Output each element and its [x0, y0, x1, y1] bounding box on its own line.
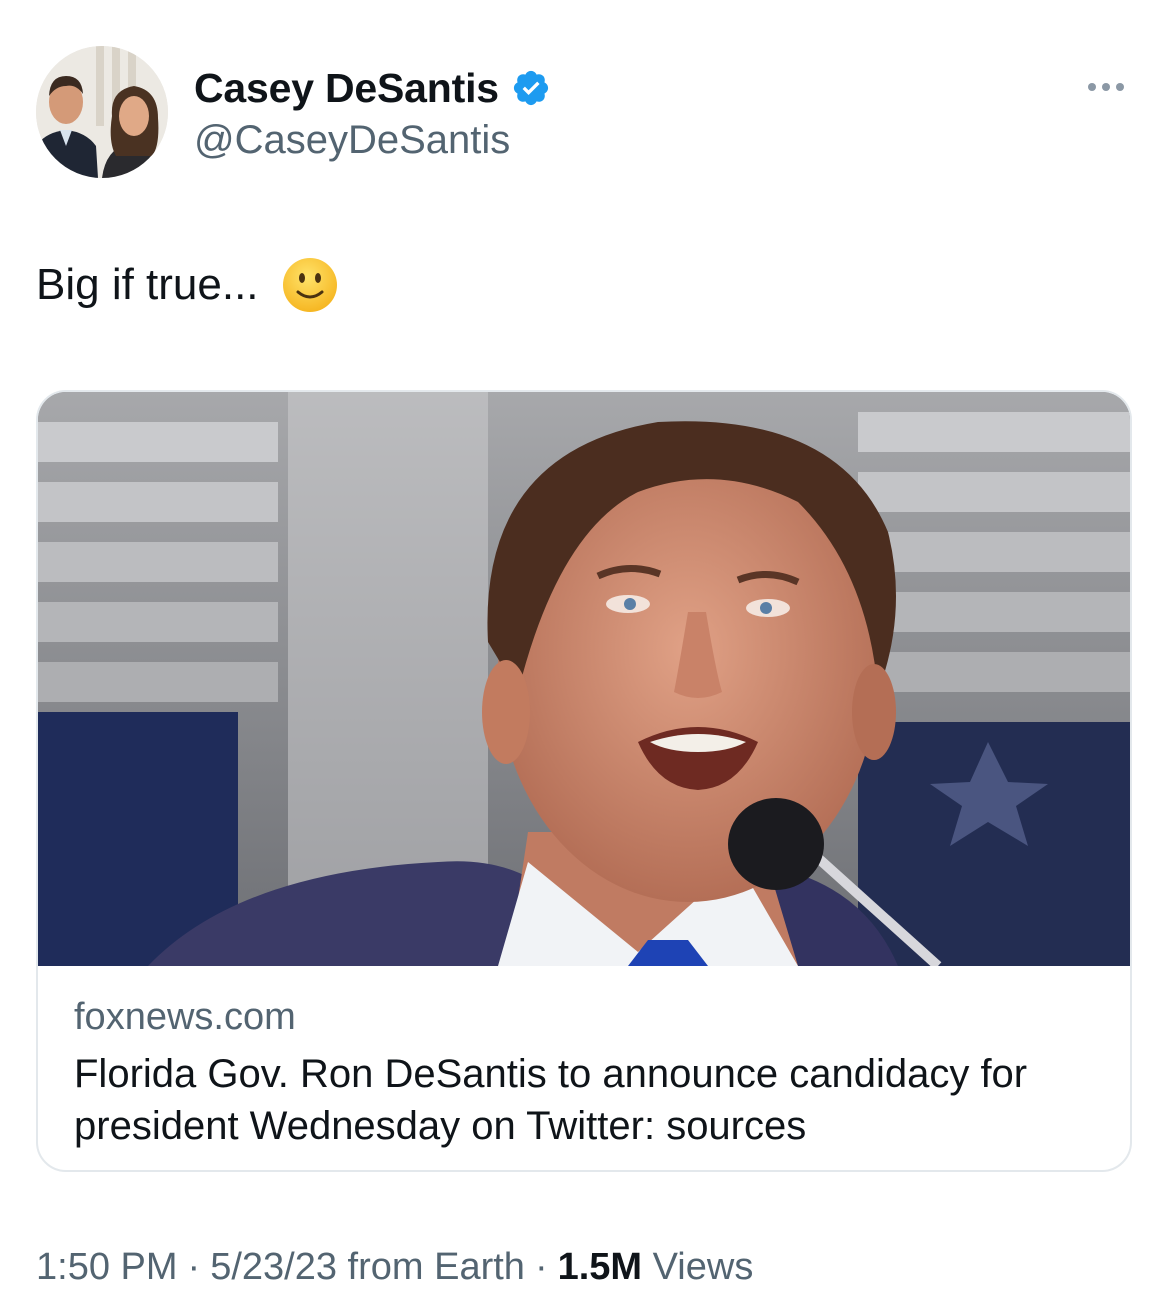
tweet-text: Big if true... — [36, 256, 339, 314]
slightly-smiling-face-emoji-icon — [281, 256, 339, 314]
card-title: Florida Gov. Ron DeSantis to announce ca… — [74, 1052, 1028, 1148]
tweet-time[interactable]: 1:50 PM — [36, 1246, 178, 1288]
more-dot — [1102, 83, 1110, 91]
more-dot — [1088, 83, 1096, 91]
author-name-row: Casey DeSantis — [194, 62, 551, 114]
avatar-photo — [36, 46, 168, 178]
author-handle[interactable]: @CaseyDeSantis — [194, 118, 510, 163]
tweet-source: from Earth — [347, 1246, 525, 1288]
verified-badge-icon[interactable] — [511, 68, 551, 108]
more-options-icon[interactable] — [1082, 72, 1130, 102]
author-display-name[interactable]: Casey DeSantis — [194, 65, 499, 112]
views-count[interactable]: 1.5M — [558, 1246, 642, 1288]
meta-separator: · — [187, 1246, 201, 1288]
card-image[interactable] — [38, 392, 1130, 966]
more-dot — [1116, 83, 1124, 91]
meta-separator: · — [534, 1246, 548, 1288]
views-label[interactable]: Views — [653, 1246, 754, 1288]
tweet: Casey DeSantis @CaseyDeSantis Big if tru… — [0, 0, 1170, 1298]
tweet-date[interactable]: 5/23/23 — [210, 1246, 337, 1288]
card-domain: foxnews.com — [74, 996, 296, 1038]
author-avatar[interactable] — [36, 46, 168, 178]
tweet-text-content: Big if true... — [36, 260, 259, 309]
link-preview-card[interactable]: foxnews.com Florida Gov. Ron DeSantis to… — [36, 390, 1132, 1172]
tweet-meta: 1:50 PM · 5/23/23 from Earth · 1.5M Views — [36, 1246, 753, 1289]
